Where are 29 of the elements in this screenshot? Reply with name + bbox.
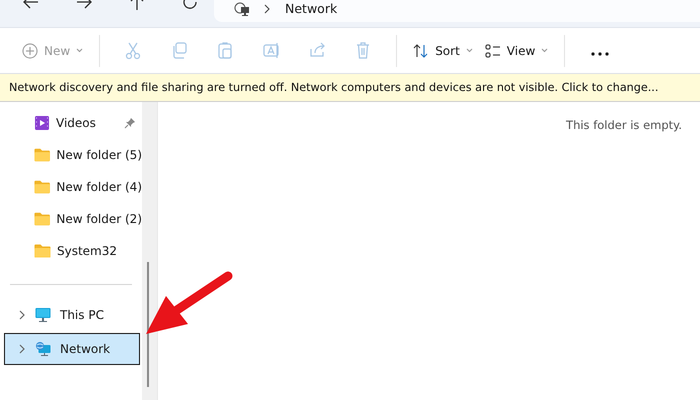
sidebar-item[interactable]: New folder (5): [56, 148, 142, 162]
breadcrumb[interactable]: Network: [285, 2, 338, 16]
sidebar-item[interactable]: System32: [57, 244, 142, 258]
monitor-icon: [35, 307, 51, 323]
plus-icon: [22, 42, 38, 58]
sort-icon: [413, 42, 430, 58]
caret-icon: [541, 48, 548, 53]
sort-button[interactable]: Sort: [407, 38, 479, 62]
caret-icon: [466, 48, 473, 53]
sidebar-item[interactable]: Network: [4, 333, 140, 365]
sidebar-item[interactable]: Videos: [56, 116, 118, 130]
folder-icon: [34, 244, 51, 258]
video-icon: [34, 115, 50, 131]
sidebar-item[interactable]: New folder (4): [56, 180, 142, 194]
folder-icon: [34, 148, 50, 162]
caret-icon: [76, 48, 84, 53]
chevron-icon: [264, 4, 271, 14]
folder-icon: [34, 212, 50, 226]
sidebar-item[interactable]: This PC: [4, 299, 140, 331]
chevron-icon[interactable]: [18, 310, 26, 320]
scrollbar-thumb[interactable]: [147, 262, 149, 387]
network-icon: [35, 341, 51, 357]
network-icon: [234, 1, 250, 17]
list-view-icon: [484, 42, 501, 58]
folder-icon: [34, 180, 50, 194]
sidebar-item[interactable]: New folder (2): [56, 212, 142, 226]
chevron-icon[interactable]: [18, 344, 26, 354]
empty-folder-message: This folder is empty.: [566, 118, 682, 132]
view-button[interactable]: View: [478, 38, 554, 62]
